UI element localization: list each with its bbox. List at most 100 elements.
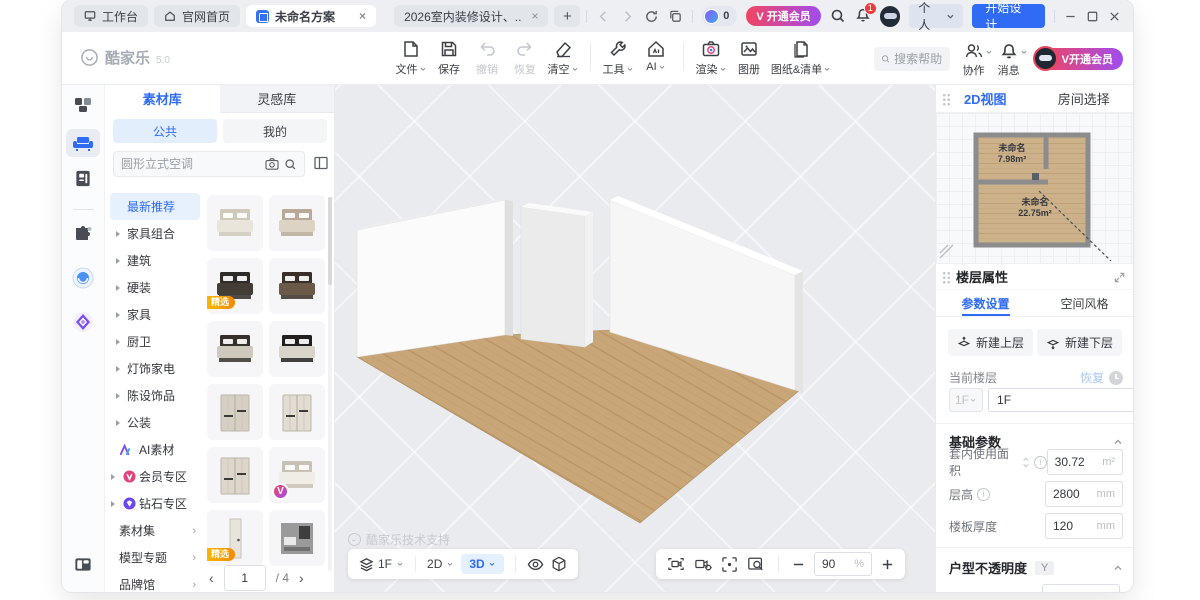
tab-workbench[interactable]: 工作台 <box>74 5 148 27</box>
undo-button[interactable]: 撤销 <box>468 37 506 77</box>
close-window-icon[interactable] <box>1108 10 1121 23</box>
scrollbar[interactable] <box>328 197 332 571</box>
material-thumbnail[interactable] <box>269 195 325 251</box>
info-icon[interactable]: i <box>1034 456 1047 469</box>
category-item-ai[interactable]: AI素材 <box>105 436 205 463</box>
category-item[interactable]: 最新推荐 <box>110 193 200 220</box>
updown-icon[interactable] <box>1022 457 1030 468</box>
minimap-2d[interactable]: 未命名 7.98m² 未命名 22.75m² <box>936 113 1133 263</box>
help-search-input[interactable] <box>894 52 943 66</box>
param-value-box[interactable]: 120 mm <box>1045 513 1123 539</box>
history-clock-icon[interactable] <box>1109 371 1123 385</box>
category-item[interactable]: 厨卫 <box>105 328 205 355</box>
param-value[interactable]: 30.72 <box>1055 455 1085 469</box>
drawings-list-button[interactable]: 图纸&清单 <box>768 37 834 77</box>
minimap-floorplan[interactable] <box>976 135 1088 245</box>
messages-button[interactable]: 消息 <box>998 39 1020 78</box>
material-thumbnail[interactable] <box>207 384 263 440</box>
tab-2026-design[interactable]: 2026室内装修设计、.. × <box>394 5 548 27</box>
zoom-area-icon[interactable] <box>747 556 765 573</box>
tab-material-library[interactable]: 素材库 <box>105 85 220 113</box>
view-2d-button[interactable]: 2D <box>427 557 454 571</box>
collaborate-button[interactable]: 协作 <box>963 39 985 78</box>
tools-button[interactable]: 工具 <box>599 37 637 77</box>
material-thumbnail[interactable]: 精选 <box>207 510 263 566</box>
prev-page-button[interactable]: ‹ <box>209 570 214 586</box>
material-thumbnail[interactable] <box>269 510 325 566</box>
wall-middle[interactable] <box>521 207 585 347</box>
zoom-in-button[interactable] <box>881 558 894 571</box>
camera-view-icon[interactable] <box>667 556 685 572</box>
category-item[interactable]: 家具 <box>105 301 205 328</box>
param-value-box[interactable]: 30.72 m² <box>1047 449 1123 475</box>
param-value[interactable]: 120 <box>1053 519 1073 533</box>
category-item-model-topics[interactable]: 模型专题› <box>105 544 205 571</box>
drag-handle[interactable] <box>942 271 951 284</box>
refresh-icon[interactable] <box>644 9 659 24</box>
search-icon[interactable] <box>284 158 297 171</box>
copy-pages-icon[interactable] <box>668 9 683 24</box>
new-tab-button[interactable]: + <box>554 5 580 27</box>
layout-columns-button[interactable] <box>313 155 329 171</box>
vip-upgrade-button[interactable]: V 开通会员 <box>746 6 820 26</box>
floor-name-input[interactable] <box>988 388 1133 412</box>
camera-search-icon[interactable] <box>265 158 279 170</box>
expand-icon[interactable] <box>1114 272 1125 283</box>
tab-parameter-settings[interactable]: 参数设置 <box>936 290 1035 316</box>
material-thumbnail[interactable] <box>269 258 325 314</box>
category-item[interactable]: 灯饰家电 <box>105 355 205 382</box>
close-tab-icon[interactable]: × <box>531 9 538 23</box>
category-item-collections[interactable]: 素材集› <box>105 517 205 544</box>
category-item[interactable]: 公装 <box>105 409 205 436</box>
visibility-button[interactable] <box>527 556 544 573</box>
zoom-out-button[interactable] <box>792 558 805 571</box>
forward-icon[interactable] <box>620 9 635 24</box>
info-icon[interactable]: i <box>977 488 990 501</box>
scrollbar-thumb[interactable] <box>328 197 332 285</box>
tab-room-select[interactable]: 房间选择 <box>1035 89 1134 108</box>
minimap-camera-icon[interactable] <box>1032 173 1039 180</box>
design-canvas-3d[interactable]: 酷家乐技术支持 1F 2D 3D <box>335 85 935 592</box>
material-search[interactable] <box>113 151 305 177</box>
ai-button[interactable]: AI <box>637 37 675 73</box>
category-item-member-zone[interactable]: 会员专区 <box>105 463 205 490</box>
start-design-button[interactable]: 开始设计 <box>972 4 1045 28</box>
back-icon[interactable] <box>596 9 611 24</box>
tab-official-home[interactable]: 官网首页 <box>154 5 240 27</box>
camera-settings-icon[interactable] <box>694 556 712 572</box>
new-lower-floor-button[interactable]: 新建下层 <box>1037 329 1122 356</box>
zoom-input[interactable] <box>822 557 844 571</box>
profile-dropdown[interactable]: 个人 <box>909 4 963 28</box>
clear-button[interactable]: 清空 <box>544 37 582 77</box>
coin-balance[interactable]: 0 <box>702 6 737 26</box>
notifications-button[interactable]: 1 <box>855 7 871 26</box>
close-tab-icon[interactable]: × <box>359 9 366 23</box>
sphere-app-tool[interactable] <box>72 267 94 289</box>
maximize-icon[interactable] <box>1086 10 1099 23</box>
category-item-brand-hall[interactable]: 品牌馆› <box>105 571 205 592</box>
category-item[interactable]: 硬装 <box>105 274 205 301</box>
zoom-level-box[interactable]: % <box>814 552 872 576</box>
floor-select[interactable]: 1F <box>949 388 983 412</box>
room-3d-view[interactable] <box>335 85 935 592</box>
category-item[interactable]: 建筑 <box>105 247 205 274</box>
panel-layout-tool[interactable] <box>74 555 93 574</box>
material-thumbnail[interactable]: 精选 <box>207 258 263 314</box>
minimap-resize-handle[interactable] <box>940 245 953 258</box>
scope-public[interactable]: 公共 <box>113 119 217 143</box>
minimize-icon[interactable] <box>1064 10 1077 23</box>
file-button[interactable]: 文件 <box>392 37 430 77</box>
save-button[interactable]: 保存 <box>430 37 468 77</box>
collapse-icon[interactable] <box>1113 563 1123 573</box>
user-avatar[interactable] <box>880 6 900 27</box>
tab-space-style[interactable]: 空间风格 <box>1035 290 1133 316</box>
param-value[interactable]: 2800 <box>1053 487 1080 501</box>
layout-blocks-tool[interactable] <box>73 95 93 115</box>
next-page-button[interactable]: › <box>299 570 304 586</box>
view-3d-button[interactable]: 3D <box>461 554 503 574</box>
redo-button[interactable]: 恢复 <box>506 37 544 77</box>
param-value-box[interactable]: 2800 mm <box>1045 481 1123 507</box>
geometric-app-tool[interactable] <box>72 311 94 333</box>
material-thumbnail[interactable] <box>269 384 325 440</box>
help-search[interactable] <box>874 47 950 71</box>
